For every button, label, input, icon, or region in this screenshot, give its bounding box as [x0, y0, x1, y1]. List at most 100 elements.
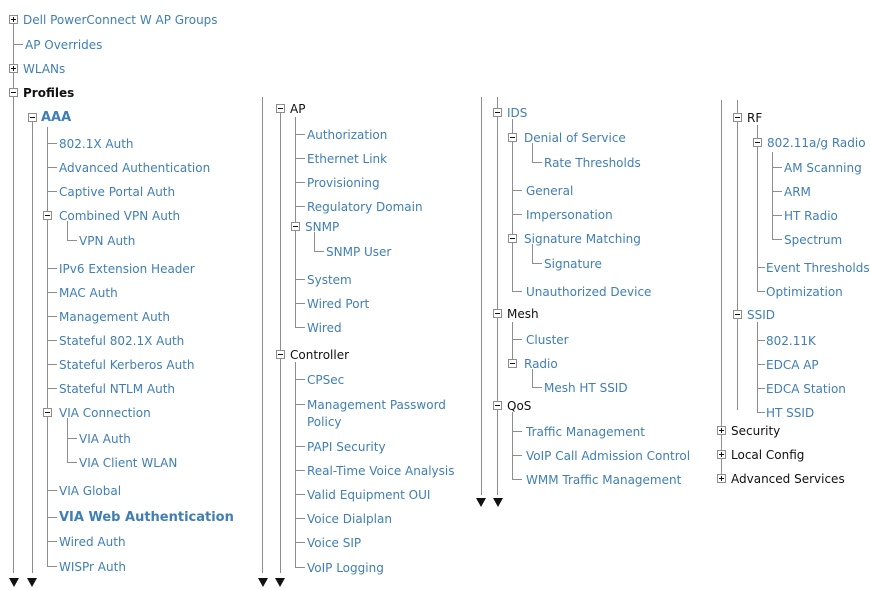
- tree-item-snmp[interactable]: SNMP: [305, 220, 339, 234]
- tree-item-general[interactable]: General: [526, 184, 573, 198]
- expand-icon[interactable]: [717, 426, 726, 435]
- tree-item-provisioning[interactable]: Provisioning: [307, 176, 380, 190]
- tree-item-ht-ssid[interactable]: HT SSID: [766, 406, 814, 420]
- tree-item-ap[interactable]: AP: [290, 102, 305, 116]
- expand-icon[interactable]: [717, 450, 726, 459]
- scroll-down-arrow[interactable]: [493, 498, 503, 507]
- tree-item-rf[interactable]: RF: [747, 111, 762, 125]
- tree-item-management-password-policy[interactable]: Management Password: [307, 398, 446, 412]
- collapse-icon[interactable]: [276, 104, 285, 113]
- tree-item-stateful-8021x-auth[interactable]: Stateful 802.1X Auth: [59, 334, 184, 348]
- scroll-down-arrow[interactable]: [9, 578, 19, 587]
- tree-item-real-time-voice-analysis[interactable]: Real-Time Voice Analysis: [307, 464, 454, 478]
- tree-item-ssid[interactable]: SSID: [747, 308, 775, 322]
- tree-item-authorization[interactable]: Authorization: [307, 128, 387, 142]
- tree-item-controller[interactable]: Controller: [290, 348, 349, 362]
- tree-item-voip-call-admission-control[interactable]: VoIP Call Admission Control: [526, 449, 690, 463]
- tree-item-unauthorized-device[interactable]: Unauthorized Device: [526, 285, 651, 299]
- tree-item-qos[interactable]: QoS: [507, 399, 531, 413]
- tree-item-wired-port[interactable]: Wired Port: [307, 297, 369, 311]
- expand-icon[interactable]: [717, 474, 726, 483]
- collapse-icon[interactable]: [753, 138, 762, 147]
- tree-item-signature[interactable]: Signature: [544, 257, 602, 271]
- tree-item-snmp-user[interactable]: SNMP User: [326, 245, 391, 259]
- tree-item-papi-security[interactable]: PAPI Security: [307, 440, 386, 454]
- tree-item-wired[interactable]: Wired: [307, 321, 342, 335]
- tree-item-via-connection[interactable]: VIA Connection: [59, 406, 151, 420]
- collapse-icon[interactable]: [43, 408, 52, 417]
- tree-item-traffic-management[interactable]: Traffic Management: [526, 425, 645, 439]
- scroll-down-arrow[interactable]: [275, 578, 285, 587]
- tree-item-ipv6-extension-header[interactable]: IPv6 Extension Header: [59, 262, 195, 276]
- tree-item-arm[interactable]: ARM: [784, 185, 811, 199]
- tree-item-management-auth[interactable]: Management Auth: [59, 310, 170, 324]
- tree-item-via-auth[interactable]: VIA Auth: [79, 432, 131, 446]
- tree-item-mesh-ht-ssid[interactable]: Mesh HT SSID: [544, 381, 628, 395]
- tree-item-voice-dialplan[interactable]: Voice Dialplan: [307, 512, 392, 526]
- tree-item-combined-vpn-auth[interactable]: Combined VPN Auth: [59, 209, 180, 223]
- collapse-icon[interactable]: [291, 222, 300, 231]
- tree-item-stateful-ntlm-auth[interactable]: Stateful NTLM Auth: [59, 382, 175, 396]
- tree-item-signature-matching[interactable]: Signature Matching: [524, 232, 641, 246]
- tree-item-dell-ap-groups[interactable]: Dell PowerConnect W AP Groups: [23, 13, 218, 27]
- collapse-icon[interactable]: [493, 401, 502, 410]
- tree-item-wmm-traffic-management[interactable]: WMM Traffic Management: [526, 473, 681, 487]
- tree-item-cpsec[interactable]: CPSec: [307, 373, 344, 387]
- tree-item-rate-thresholds[interactable]: Rate Thresholds: [544, 156, 641, 170]
- collapse-icon[interactable]: [508, 133, 517, 142]
- collapse-icon[interactable]: [508, 359, 517, 368]
- tree-item-mac-auth[interactable]: MAC Auth: [59, 286, 118, 300]
- tree-item-system[interactable]: System: [307, 273, 352, 287]
- collapse-icon[interactable]: [276, 350, 285, 359]
- tree-item-advanced-authentication[interactable]: Advanced Authentication: [59, 161, 210, 175]
- tree-item-captive-portal-auth[interactable]: Captive Portal Auth: [59, 185, 175, 199]
- tree-item-ht-radio[interactable]: HT Radio: [784, 209, 838, 223]
- tree-item-spectrum[interactable]: Spectrum: [784, 233, 842, 247]
- tree-item-80211k[interactable]: 802.11K: [766, 334, 816, 348]
- tree-item-edca-ap[interactable]: EDCA AP: [766, 358, 819, 372]
- collapse-icon[interactable]: [493, 309, 502, 318]
- tree-item-optimization[interactable]: Optimization: [766, 285, 843, 299]
- collapse-icon[interactable]: [508, 234, 517, 243]
- tree-item-regulatory-domain[interactable]: Regulatory Domain: [307, 200, 423, 214]
- tree-item-event-thresholds[interactable]: Event Thresholds: [766, 261, 870, 275]
- collapse-icon[interactable]: [43, 211, 52, 220]
- tree-item-via-web-authentication[interactable]: VIA Web Authentication: [59, 511, 234, 525]
- expand-icon[interactable]: [9, 15, 18, 24]
- tree-item-ids[interactable]: IDS: [507, 106, 527, 120]
- tree-item-8021x-auth[interactable]: 802.1X Auth: [59, 137, 134, 151]
- tree-item-wispr-auth[interactable]: WISPr Auth: [59, 560, 126, 574]
- tree-item-wlans[interactable]: WLANs: [23, 62, 65, 76]
- tree-item-profiles[interactable]: Profiles: [23, 86, 74, 100]
- tree-item-valid-equipment-oui[interactable]: Valid Equipment OUI: [307, 488, 430, 502]
- scroll-down-arrow[interactable]: [27, 578, 37, 587]
- tree-item-vpn-auth[interactable]: VPN Auth: [79, 234, 135, 248]
- collapse-icon[interactable]: [733, 113, 742, 122]
- tree-item-impersonation[interactable]: Impersonation: [526, 208, 613, 222]
- tree-item-aaa[interactable]: AAA: [41, 111, 71, 125]
- tree-item-voice-sip[interactable]: Voice SIP: [307, 536, 361, 550]
- scroll-down-arrow[interactable]: [476, 498, 486, 507]
- tree-item-management-password-policy-line2[interactable]: Policy: [307, 415, 342, 429]
- tree-item-mesh[interactable]: Mesh: [507, 307, 539, 321]
- tree-item-via-global[interactable]: VIA Global: [59, 484, 121, 498]
- tree-item-cluster[interactable]: Cluster: [526, 333, 569, 347]
- collapse-icon[interactable]: [9, 88, 18, 97]
- tree-item-stateful-kerberos-auth[interactable]: Stateful Kerberos Auth: [59, 358, 195, 372]
- tree-item-security[interactable]: Security: [731, 424, 780, 438]
- collapse-icon[interactable]: [733, 310, 742, 319]
- expand-icon[interactable]: [9, 64, 18, 73]
- collapse-icon[interactable]: [28, 113, 37, 122]
- tree-item-am-scanning[interactable]: AM Scanning: [784, 161, 862, 175]
- collapse-icon[interactable]: [493, 108, 502, 117]
- tree-item-via-client-wlan[interactable]: VIA Client WLAN: [79, 456, 177, 470]
- tree-item-80211ag-radio[interactable]: 802.11a/g Radio: [767, 136, 866, 150]
- tree-item-advanced-services[interactable]: Advanced Services: [731, 472, 845, 486]
- tree-item-ap-overrides[interactable]: AP Overrides: [25, 38, 102, 52]
- tree-item-ethernet-link[interactable]: Ethernet Link: [307, 152, 387, 166]
- tree-item-radio[interactable]: Radio: [524, 357, 558, 371]
- tree-item-denial-of-service[interactable]: Denial of Service: [524, 131, 626, 145]
- tree-item-wired-auth[interactable]: Wired Auth: [59, 535, 126, 549]
- tree-item-voip-logging[interactable]: VoIP Logging: [307, 561, 384, 575]
- tree-item-local-config[interactable]: Local Config: [731, 448, 804, 462]
